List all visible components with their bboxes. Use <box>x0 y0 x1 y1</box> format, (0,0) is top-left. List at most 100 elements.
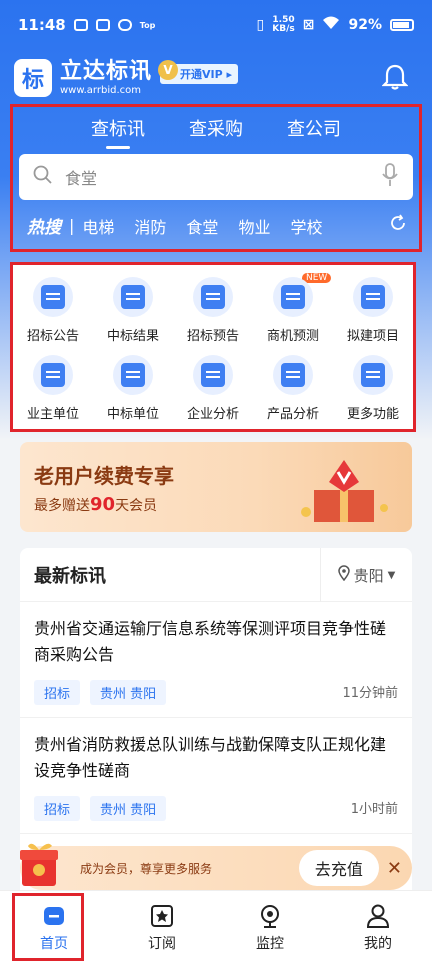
notification-icon <box>95 19 110 31</box>
chevron-down-icon: ▼ <box>387 569 396 581</box>
list-item[interactable]: 贵州省交通运输厅信息系统等保测评项目竞争性磋商采购公告 招标 贵州 贵阳 11分… <box>20 602 412 718</box>
feature-label: 招标预告 <box>186 328 239 344</box>
vip-badge-icon: V <box>158 60 179 80</box>
hot-item[interactable]: 消防 <box>134 214 166 238</box>
microphone-icon[interactable] <box>381 163 399 191</box>
feature-label: 企业分析 <box>186 406 239 422</box>
news-item-title: 贵州省交通运输厅信息系统等保测评项目竞争性磋商采购公告 <box>34 619 387 664</box>
feature-award-result[interactable]: 中标结果 <box>93 271 173 349</box>
nav-mine[interactable]: 我的 <box>324 891 432 964</box>
status-tag: Top <box>139 20 156 30</box>
news-title: 最新标讯 <box>34 565 106 587</box>
status-bar: 11:48 Top ▯ 1.50 KB/s ⊠ 92% <box>0 0 432 50</box>
hot-item[interactable]: 食堂 <box>186 214 218 238</box>
opportunity-icon <box>273 276 313 317</box>
nav-monitor[interactable]: 监控 <box>216 891 324 964</box>
sim-icon: ⊠ <box>302 17 315 33</box>
bell-icon[interactable] <box>381 63 409 91</box>
feature-owner-units[interactable]: 业主单位 <box>13 349 93 427</box>
nav-label: 订阅 <box>148 935 176 952</box>
news-item-title: 贵州省消防救援总队训练与战勤保障支队正规化建设竞争性磋商 <box>34 735 387 780</box>
open-vip-button[interactable]: V 开通VIP ▸ <box>158 60 239 84</box>
feature-label: 更多功能 <box>346 406 399 422</box>
wifi-icon <box>322 16 340 34</box>
hot-item[interactable]: 物业 <box>238 214 270 238</box>
notification-icon <box>117 19 132 31</box>
camera-icon <box>261 904 279 928</box>
highlight-box <box>12 893 84 961</box>
product-analysis-icon <box>273 354 313 395</box>
search-placeholder: 食堂 <box>65 169 98 188</box>
app-bar: 标 立达标讯 www.arrbid.com V 开通VIP ▸ <box>14 55 418 101</box>
timestamp: 1小时前 <box>350 802 398 817</box>
feature-bid-notice[interactable]: 招标公告 <box>13 271 93 349</box>
status-time: 11:48 <box>18 16 66 34</box>
nav-label: 我的 <box>364 935 392 952</box>
tab-bids[interactable]: 查标讯 <box>91 115 145 149</box>
search-panel: 查标讯 查采购 查公司 食堂 热搜 | 电梯 消防 食堂 物业 学校 <box>10 104 422 252</box>
refresh-icon[interactable] <box>389 214 407 236</box>
bottom-navigation: 首页 订阅 监控 我的 <box>0 890 432 964</box>
tags: 招标 贵州 贵阳 <box>34 680 167 705</box>
hot-item[interactable]: 学校 <box>290 214 322 238</box>
feature-label: 商机预测 <box>266 328 319 344</box>
location-pin-icon <box>337 565 350 585</box>
award-result-icon <box>113 276 153 317</box>
vibrate-icon: ▯ <box>256 17 265 33</box>
winning-unit-icon <box>113 354 153 395</box>
search-tabs: 查标讯 查采购 查公司 <box>13 115 419 149</box>
feature-winning-units[interactable]: 中标单位 <box>93 349 173 427</box>
planned-project-icon <box>353 276 393 317</box>
promo-title: 老用户续费专享 <box>34 464 174 488</box>
membership-text: 成为会员，尊享更多服务 <box>80 861 213 876</box>
feature-bid-preview[interactable]: 招标预告 <box>173 271 253 349</box>
city-selector[interactable]: 贵阳 ▼ <box>320 548 412 602</box>
divider: | <box>69 216 75 235</box>
red-envelope-icon <box>20 843 58 886</box>
feature-grid: 招标公告 中标结果 招标预告 NEW 商机预测 拟建项目 业主单位 中标单位 企… <box>10 262 416 432</box>
hot-item[interactable]: 电梯 <box>82 214 114 238</box>
nav-home[interactable]: 首页 <box>0 891 108 964</box>
region-tag: 贵州 贵阳 <box>90 796 167 821</box>
close-icon[interactable]: ✕ <box>387 858 402 879</box>
app-logo: 标 <box>14 59 52 97</box>
feature-more[interactable]: 更多功能 <box>333 349 413 427</box>
nav-label: 监控 <box>256 935 284 952</box>
tags: 招标 贵州 贵阳 <box>34 796 167 821</box>
city-label: 贵阳 <box>353 566 384 585</box>
battery-percent: 92% <box>348 17 382 33</box>
promo-subtitle: 最多赠送90天会员 <box>34 494 158 515</box>
feature-label: 业主单位 <box>26 406 79 422</box>
search-icon <box>33 165 53 189</box>
feature-product-analysis[interactable]: 产品分析 <box>253 349 333 427</box>
tab-procurement[interactable]: 查采购 <box>189 115 243 149</box>
membership-bar[interactable]: 成为会员，尊享更多服务 去充值 ✕ <box>20 843 412 890</box>
renewal-promo-banner[interactable]: 老用户续费专享 最多赠送90天会员 <box>20 442 412 532</box>
feature-planned-projects[interactable]: 拟建项目 <box>333 271 413 349</box>
company-analysis-icon <box>193 354 233 395</box>
search-input[interactable]: 食堂 <box>19 154 413 200</box>
feature-label: 招标公告 <box>26 328 79 344</box>
region-tag: 贵州 贵阳 <box>90 680 167 705</box>
gift-box-icon <box>301 460 388 522</box>
type-tag: 招标 <box>34 796 81 821</box>
star-icon <box>151 904 173 927</box>
list-item[interactable]: 贵州省消防救援总队训练与战勤保障支队正规化建设竞争性磋商 招标 贵州 贵阳 1小… <box>20 718 412 834</box>
app-url: www.arrbid.com <box>60 85 141 96</box>
tab-company[interactable]: 查公司 <box>287 115 341 149</box>
user-icon <box>366 904 390 928</box>
hot-search-row: 热搜 | 电梯 消防 食堂 物业 学校 <box>27 213 407 238</box>
news-header: 最新标讯 贵阳 ▼ <box>20 548 412 602</box>
nav-subscribe[interactable]: 订阅 <box>108 891 216 964</box>
battery-icon <box>390 19 414 31</box>
more-features-icon <box>353 354 393 395</box>
app-name: 立达标讯 <box>60 59 153 84</box>
feature-label: 产品分析 <box>266 406 319 422</box>
bid-preview-icon <box>193 276 233 317</box>
feature-opportunity-forecast[interactable]: NEW 商机预测 <box>253 271 333 349</box>
bid-notice-icon <box>33 276 73 317</box>
feature-company-analysis[interactable]: 企业分析 <box>173 349 253 427</box>
vip-label: 开通VIP ▸ <box>180 68 233 81</box>
feature-label: 拟建项目 <box>346 328 399 344</box>
recharge-button[interactable]: 去充值 <box>298 850 379 886</box>
